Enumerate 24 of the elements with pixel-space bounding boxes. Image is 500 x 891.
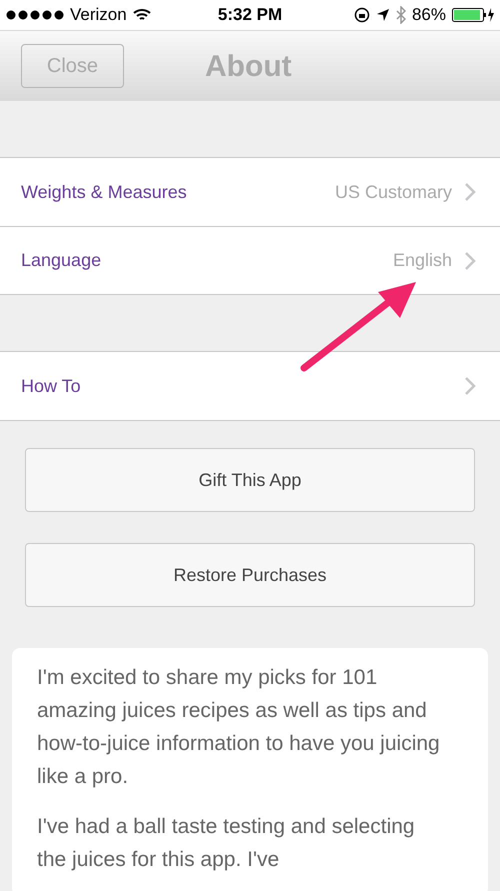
row-label: Weights & Measures — [21, 180, 187, 204]
bluetooth-icon — [396, 6, 406, 24]
row-label: How To — [21, 374, 81, 398]
settings-row[interactable]: How To — [0, 352, 500, 420]
status-time: 5:32 PM — [218, 4, 282, 26]
rotation-lock-icon — [354, 7, 370, 23]
chevron-right-icon — [464, 182, 476, 202]
row-value: US Customary — [334, 180, 452, 204]
nav-title: About — [205, 48, 292, 84]
about-paragraph: I've had a ball taste testing and selecting the juices for this app. I've — [37, 814, 416, 873]
row-value: English — [392, 249, 452, 272]
carrier-name: Verizon — [70, 4, 127, 26]
row-label: Language — [21, 249, 102, 272]
location-arrow-icon — [376, 8, 390, 22]
chevron-right-icon — [464, 250, 476, 270]
chevron-right-icon — [464, 376, 476, 396]
wifi-icon — [132, 8, 151, 22]
about-paragraph: I'm excited to share my picks for 101 amazing juices recipes as well as tips and how-to-juice information to have you juicing like a pro. — [37, 665, 441, 790]
battery-charging-icon — [452, 7, 494, 23]
settings-row[interactable]: Weights & Measures US Customary — [0, 158, 500, 226]
action-button[interactable]: Restore Purchases — [25, 543, 475, 607]
action-button[interactable]: Gift This App — [25, 448, 475, 512]
battery-percent: 86% — [412, 4, 446, 26]
signal-icon — [6, 10, 64, 20]
